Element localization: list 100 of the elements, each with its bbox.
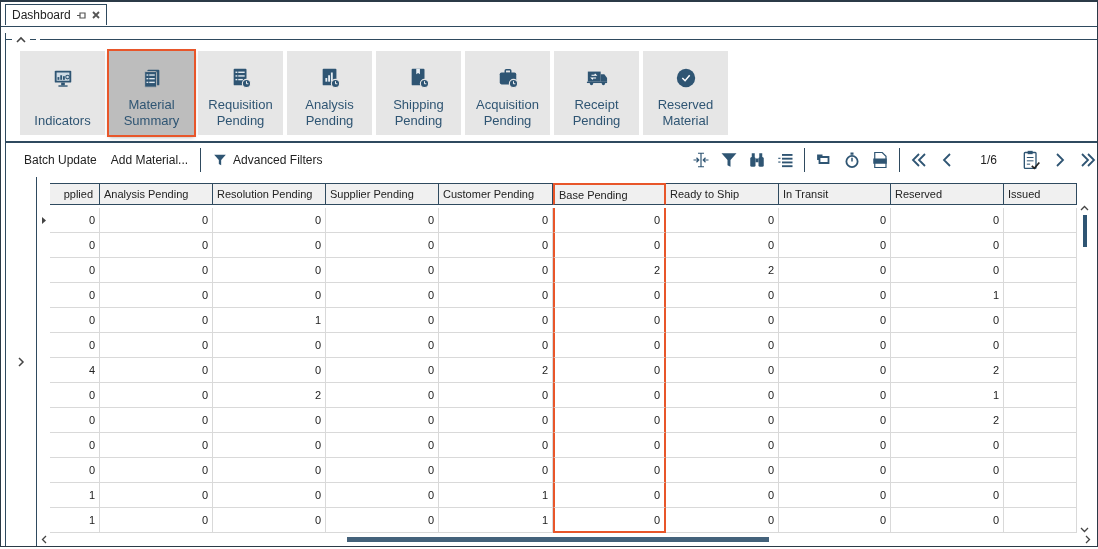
table-cell: 0 (213, 433, 326, 458)
spreadsheet-file-icon[interactable] (871, 151, 890, 169)
clipboard-check-icon[interactable] (1021, 150, 1041, 170)
table-cell: 0 (666, 408, 779, 433)
table-cell: 0 (50, 433, 100, 458)
close-icon[interactable] (91, 11, 100, 19)
table-cell: 0 (213, 408, 326, 433)
table-cell: 0 (553, 508, 666, 533)
column-header[interactable]: Base Pending (553, 183, 666, 205)
column-fit-icon[interactable] (692, 151, 711, 169)
table-cell: 0 (891, 233, 1004, 258)
table-cell: 0 (666, 458, 779, 483)
table-cell: 0 (439, 308, 553, 333)
binoculars-icon[interactable] (748, 151, 767, 169)
column-header[interactable]: Supplier Pending (326, 183, 439, 205)
table-cell: 0 (779, 358, 891, 383)
document-tab[interactable]: Dashboard (5, 4, 107, 25)
table-cell: 0 (553, 358, 666, 383)
table-cell: 0 (439, 408, 553, 433)
last-page-icon[interactable] (1079, 151, 1097, 169)
column-header[interactable]: Resolution Pending (213, 183, 326, 205)
column-header[interactable]: Issued (1004, 183, 1077, 205)
toolbar-button[interactable]: Add Material... (108, 151, 191, 169)
toolbar-button[interactable]: Batch Update (22, 151, 99, 169)
table-cell: 0 (891, 208, 1004, 233)
table-cell: 0 (50, 458, 100, 483)
table-cell: 0 (100, 233, 213, 258)
tile-button[interactable]: Acquisition Pending (465, 51, 550, 135)
table-cell: 0 (666, 333, 779, 358)
table-cell: 2 (439, 358, 553, 383)
table-cell: 0 (553, 483, 666, 508)
table-cell: 0 (100, 308, 213, 333)
list-icon[interactable] (776, 151, 795, 169)
table-cell: 2 (666, 258, 779, 283)
stopwatch-icon[interactable] (843, 151, 862, 169)
table-cell: 0 (439, 433, 553, 458)
table-cell: 0 (666, 308, 779, 333)
table-cell: 0 (439, 283, 553, 308)
table-cell: 0 (326, 308, 439, 333)
column-header[interactable]: In Transit (779, 183, 891, 205)
scroll-right-icon[interactable] (1085, 535, 1091, 544)
table-cell: 0 (213, 258, 326, 283)
tile-button[interactable]: Shipping Pending (376, 51, 461, 135)
table-cell: 0 (779, 458, 891, 483)
table-cell: 0 (100, 458, 213, 483)
table-cell: 0 (213, 208, 326, 233)
table-cell: 0 (439, 208, 553, 233)
table-cell: 0 (891, 433, 1004, 458)
scroll-up-icon[interactable] (1080, 205, 1089, 211)
table-cell: 2 (213, 383, 326, 408)
tile-button[interactable]: Receipt Pending (554, 51, 639, 135)
tile-button[interactable]: Requisition Pending (198, 51, 283, 135)
table-cell: 0 (779, 333, 891, 358)
table-cell: 0 (50, 283, 100, 308)
tile-button[interactable]: Analysis Pending (287, 51, 372, 135)
scroll-left-icon[interactable] (41, 535, 47, 544)
collapse-icon[interactable] (16, 35, 26, 43)
column-header[interactable]: pplied (50, 183, 100, 205)
table-cell: 0 (213, 483, 326, 508)
tile-button[interactable]: Indicators (20, 51, 105, 135)
table-cell: 0 (891, 258, 1004, 283)
advanced-filters-button[interactable]: Advanced Filters (211, 151, 325, 169)
table-cell: 0 (553, 308, 666, 333)
table-cell: 0 (326, 458, 439, 483)
column-header[interactable]: Ready to Ship (666, 183, 779, 205)
table-cell: 1 (439, 508, 553, 533)
table-cell: 4 (50, 358, 100, 383)
table-cell: 0 (666, 283, 779, 308)
table-cell: 0 (439, 233, 553, 258)
horizontal-scrollbar-thumb[interactable] (347, 537, 769, 542)
table-cell: 0 (50, 258, 100, 283)
column-header[interactable]: Reserved (891, 183, 1004, 205)
table-cell: 1 (891, 283, 1004, 308)
table-cell: 0 (666, 433, 779, 458)
table-cell: 0 (666, 483, 779, 508)
table-cell: 0 (779, 283, 891, 308)
table-cell: 0 (326, 508, 439, 533)
table-cell: 0 (439, 258, 553, 283)
tile-button[interactable]: Material Summary (109, 51, 194, 135)
column-header[interactable]: Customer Pending (439, 183, 553, 205)
table-cell: 0 (553, 433, 666, 458)
first-page-icon[interactable] (910, 151, 929, 169)
table-cell: 0 (100, 333, 213, 358)
table-cell: 1 (891, 383, 1004, 408)
table-cell: 0 (50, 333, 100, 358)
tile-button[interactable]: Reserved Material (643, 51, 728, 135)
table-cell: 0 (326, 333, 439, 358)
table-cell: 0 (666, 358, 779, 383)
table-cell: 0 (326, 233, 439, 258)
scroll-down-icon[interactable] (1080, 527, 1089, 533)
pin-icon[interactable] (76, 10, 86, 20)
filter-icon[interactable] (720, 151, 739, 169)
vertical-scrollbar-thumb[interactable] (1082, 215, 1087, 247)
table-cell: 0 (326, 208, 439, 233)
table-cell: 0 (439, 383, 553, 408)
expand-icon[interactable] (17, 356, 25, 367)
table-cell: 0 (213, 233, 326, 258)
table-cell: 0 (50, 308, 100, 333)
table-cell: 0 (553, 408, 666, 433)
column-header[interactable]: Analysis Pending (100, 183, 213, 205)
